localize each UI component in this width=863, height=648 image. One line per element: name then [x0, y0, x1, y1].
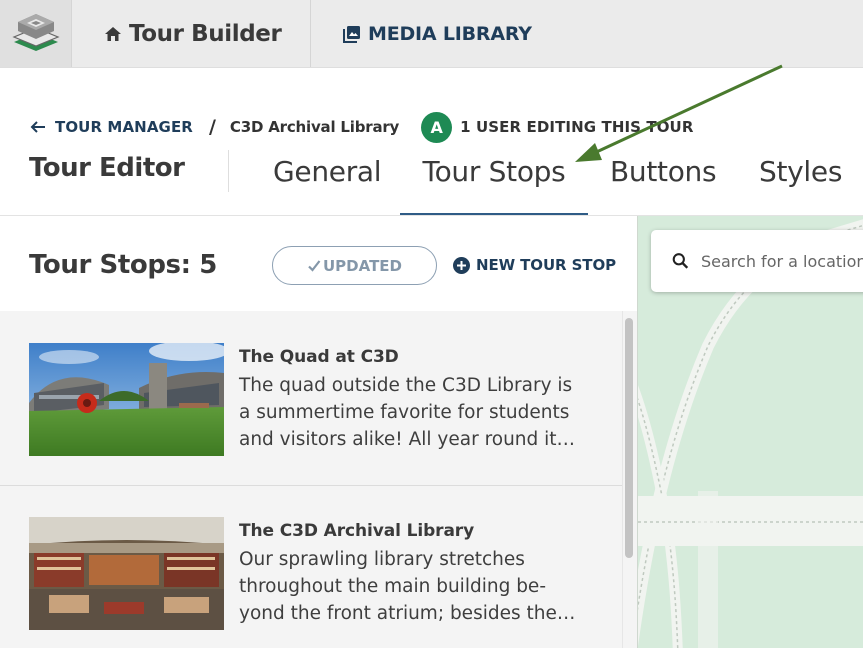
nav-tour-builder[interactable]: Tour Builder: [72, 0, 311, 67]
app-logo[interactable]: [0, 0, 72, 67]
stop-description-line: a summertime favorite for students: [239, 402, 570, 423]
stop-description-line: throughout the main building be-: [239, 576, 546, 597]
stop-description: Our sprawling library stretches througho…: [239, 546, 589, 627]
breadcrumb: TOUR MANAGER / C3D Archival Library A 1 …: [30, 111, 694, 143]
tab-tour-stops[interactable]: Tour Stops: [400, 150, 588, 216]
nav-media-library[interactable]: MEDIA LIBRARY: [343, 0, 532, 67]
stop-description-line: Our sprawling library stretches: [239, 549, 525, 570]
page-title: Tour Editor: [29, 153, 185, 183]
stop-name: The C3D Archival Library: [239, 521, 475, 541]
check-icon: [308, 259, 321, 272]
c3d-logo-icon: [12, 14, 60, 51]
stop-name: The Quad at C3D: [239, 347, 399, 367]
stop-thumbnail-library: [29, 517, 224, 630]
stop-description-line: and visitors alike! All year round it…: [239, 429, 576, 450]
top-nav-bar: Tour Builder MEDIA LIBRARY: [0, 0, 863, 68]
list-item[interactable]: The C3D Archival Library Our sprawling l…: [0, 487, 622, 648]
stop-thumbnail-quad: [29, 343, 224, 456]
updated-status-button[interactable]: UPDATED: [272, 246, 437, 285]
breadcrumb-tour-manager-link[interactable]: TOUR MANAGER: [30, 118, 193, 136]
tab-buttons[interactable]: Buttons: [610, 150, 717, 216]
map-search-box[interactable]: [651, 230, 863, 292]
avatar[interactable]: A: [421, 111, 453, 143]
stop-description-line: yond the front atrium; besides the…: [239, 603, 576, 624]
breadcrumb-back-label: TOUR MANAGER: [55, 118, 193, 136]
tour-stop-list[interactable]: The Quad at C3D The quad outside the C3D…: [0, 311, 637, 648]
nav-media-library-label: MEDIA LIBRARY: [368, 22, 532, 45]
home-icon: [105, 26, 121, 41]
add-circle-icon: [453, 256, 470, 274]
updated-label: UPDATED: [323, 256, 402, 275]
list-scrollbar-thumb[interactable]: [625, 318, 633, 558]
nav-tour-builder-label: Tour Builder: [129, 20, 282, 47]
tour-stops-title: Tour Stops: 5: [29, 250, 217, 280]
breadcrumb-current: C3D Archival Library: [229, 118, 400, 136]
new-tour-stop-button[interactable]: NEW TOUR STOP: [453, 256, 616, 274]
title-divider: [228, 150, 229, 192]
new-tour-stop-label: NEW TOUR STOP: [476, 256, 616, 274]
tour-builder-app: Tour Builder MEDIA LIBRARY TOUR MANAGER …: [0, 0, 863, 648]
breadcrumb-separator: /: [208, 116, 216, 138]
stop-description-line: The quad outside the C3D Library is: [239, 375, 573, 396]
search-icon: [672, 253, 689, 269]
editing-indicator: A 1 USER EDITING THIS TOUR: [421, 111, 694, 143]
tab-general[interactable]: General: [273, 150, 382, 216]
list-item[interactable]: The Quad at C3D The quad outside the C3D…: [0, 311, 622, 486]
map-search-input[interactable]: [701, 251, 863, 271]
tab-styles[interactable]: Styles: [759, 150, 842, 216]
stop-description: The quad outside the C3D Library is a su…: [239, 372, 589, 453]
photo-library-icon: [343, 25, 360, 43]
editing-status-label: 1 USER EDITING THIS TOUR: [460, 118, 694, 136]
arrow-left-icon: [30, 121, 45, 133]
